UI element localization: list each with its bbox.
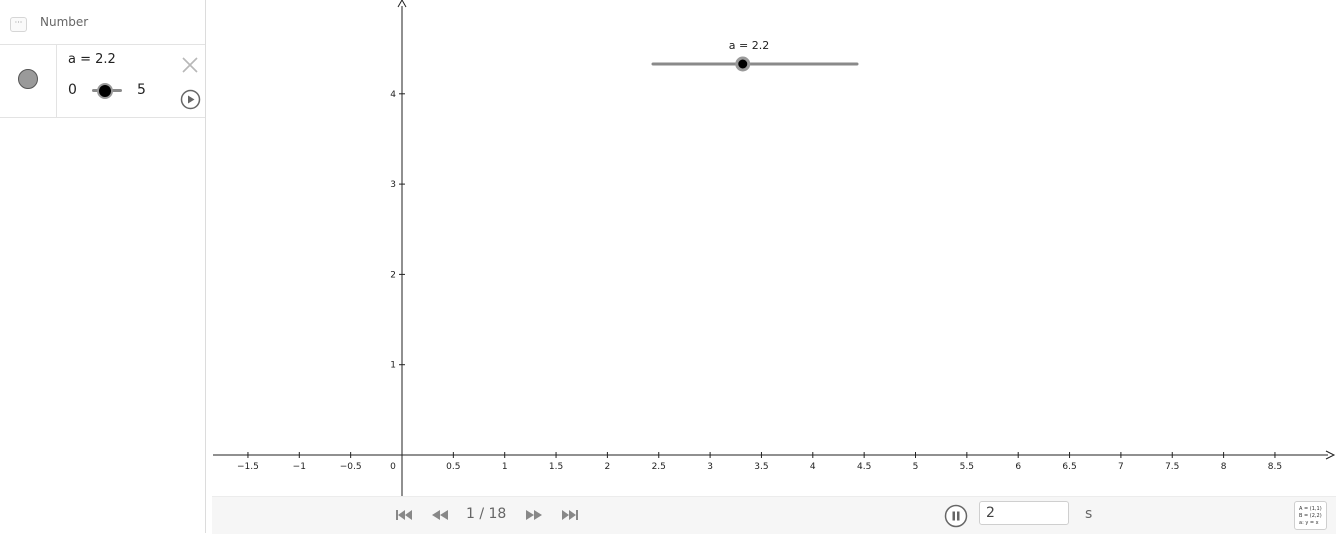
- collapse-algebra-button[interactable]: ···: [10, 17, 27, 32]
- pause-icon[interactable]: [944, 504, 968, 528]
- y-axis-arrow-icon: [397, 0, 407, 8]
- graphics-view[interactable]: −1.5 −1 −0.5 0 0.5 1 1.5 2 2.5 3 3.5 4 4.5 5 5.5 6 6.5 7 7…: [212, 0, 1336, 496]
- x-tick-label: −1.5: [237, 462, 259, 472]
- slider-caption: a = 2.2: [729, 39, 769, 52]
- x-tick-label: 1.5: [549, 462, 563, 472]
- item-marker-cell: [0, 45, 57, 117]
- algebra-panel: ··· Number a = 2.2 0 5: [0, 0, 206, 533]
- y-tick-label: 1: [390, 361, 396, 371]
- item-definition[interactable]: a = 2.2: [68, 52, 116, 67]
- x-tick-label: 3.5: [754, 462, 768, 472]
- skip-first-icon[interactable]: [394, 507, 414, 523]
- algebra-button-line: a: y = x: [1299, 520, 1319, 526]
- x-tick-label: 4.5: [857, 462, 871, 472]
- x-tick-label: 8: [1221, 462, 1227, 472]
- algebra-sort-label[interactable]: Number: [40, 15, 88, 29]
- algebra-view-button[interactable]: A = (1,1) B = (2,2) a: y = x: [1294, 501, 1327, 530]
- skip-last-icon[interactable]: [560, 507, 580, 523]
- algebra-button-line: A = (1,1): [1299, 506, 1322, 512]
- coordinate-plane[interactable]: −1.5 −1 −0.5 0 0.5 1 1.5 2 2.5 3 3.5 4 4.5 5 5.5 6 6.5 7 7…: [212, 0, 1336, 496]
- x-tick-label: 2: [605, 462, 611, 472]
- slider-thumb[interactable]: [735, 56, 751, 72]
- x-tick-label: 0: [390, 462, 396, 472]
- x-tick-label: 2.5: [652, 462, 666, 472]
- step-indicator: 1 / 18: [466, 506, 507, 522]
- y-ticks: 1 2 3 4: [390, 90, 405, 371]
- step-forward-icon[interactable]: [524, 507, 544, 523]
- x-tick-label: 6: [1015, 462, 1021, 472]
- x-tick-label: 1: [502, 462, 508, 472]
- x-tick-label: 4: [810, 462, 816, 472]
- x-tick-label: 5.5: [960, 462, 974, 472]
- animation-toolbar: 1 / 18 s A = (1,1) B = (2,2) a: y = x: [212, 496, 1336, 534]
- algebra-button-line: B = (2,2): [1299, 513, 1322, 519]
- x-tick-label: 6.5: [1062, 462, 1076, 472]
- y-tick-label: 3: [390, 180, 396, 190]
- x-tick-label: 8.5: [1268, 462, 1282, 472]
- y-tick-label: 2: [390, 270, 396, 280]
- step-back-icon[interactable]: [430, 507, 450, 523]
- x-tick-label: −1: [293, 462, 306, 472]
- speed-unit-label: s: [1085, 506, 1093, 522]
- algebra-item-a[interactable]: a = 2.2 0 5: [0, 45, 205, 118]
- x-tick-label: 7.5: [1165, 462, 1179, 472]
- x-tick-label: 0.5: [446, 462, 460, 472]
- x-tick-label: 7: [1118, 462, 1124, 472]
- speed-input[interactable]: [979, 501, 1069, 525]
- play-icon[interactable]: [180, 89, 201, 110]
- graph-slider[interactable]: a = 2.2: [651, 39, 859, 72]
- y-tick-label: 4: [390, 90, 396, 100]
- x-tick-label: −0.5: [340, 462, 362, 472]
- x-tick-label: 3: [707, 462, 713, 472]
- slider-max-label: 5: [137, 82, 146, 98]
- algebra-header: ··· Number: [0, 0, 205, 45]
- visibility-toggle-icon[interactable]: [18, 69, 38, 89]
- algebra-slider-thumb[interactable]: [97, 83, 114, 99]
- x-tick-label: 5: [913, 462, 919, 472]
- slider-min-label: 0: [68, 82, 77, 98]
- close-icon[interactable]: [181, 56, 199, 74]
